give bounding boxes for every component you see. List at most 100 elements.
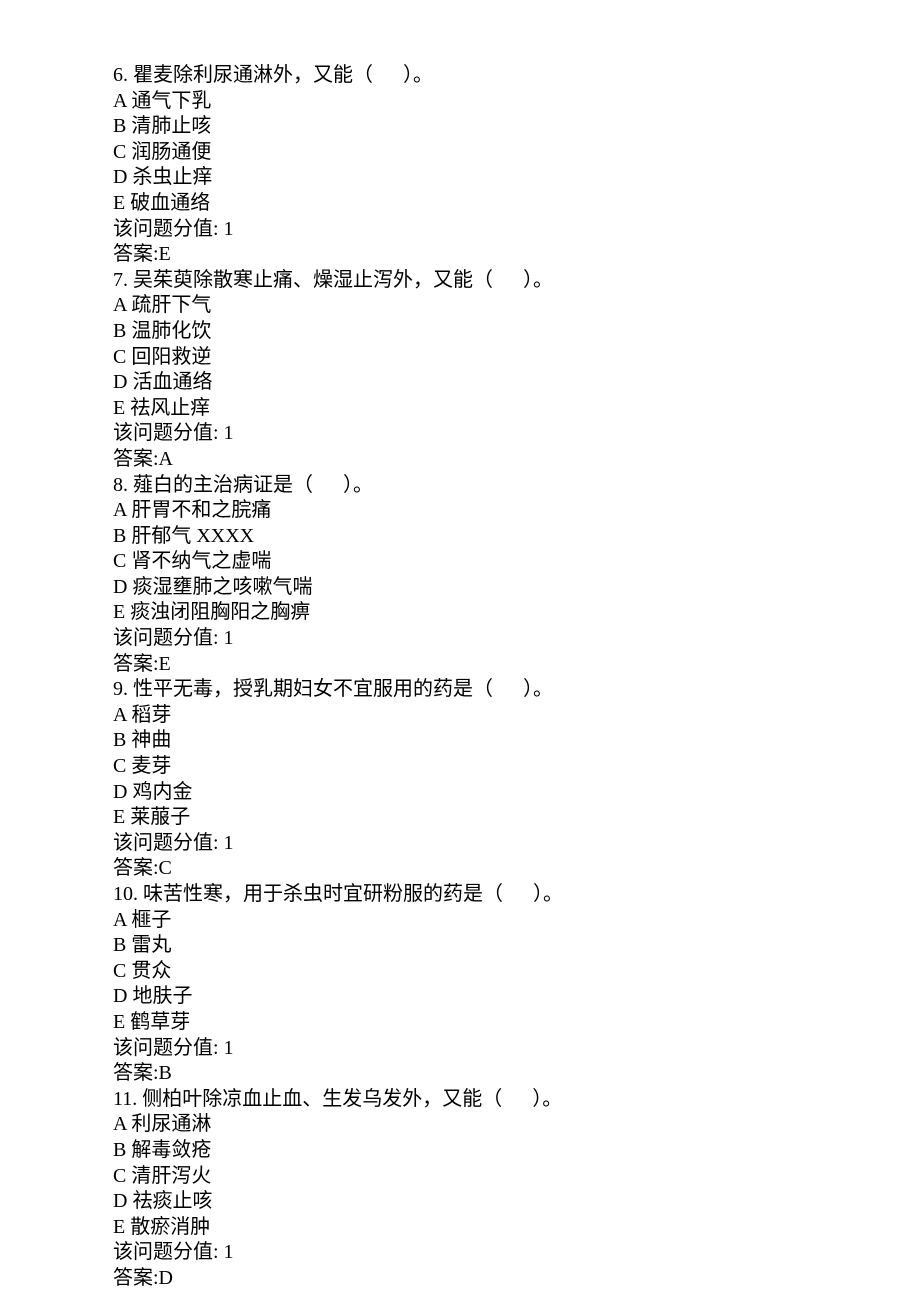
question-stem: 10. 味苦性寒，用于杀虫时宜研粉服的药是（ ）。 [113, 882, 920, 908]
question-number: 8. [113, 474, 128, 496]
question-stem-text: 薤白的主治病证是（ ）。 [133, 474, 373, 496]
question-number: 10. [113, 883, 138, 905]
option-C: C 肾不纳气之虚喘 [113, 549, 920, 575]
option-letter: D [113, 576, 132, 598]
option-text: 温肺化饮 [131, 320, 211, 342]
option-text: 麦芽 [131, 755, 171, 777]
option-B: B 清肺止咳 [113, 114, 920, 140]
question-stem-text: 吴茱萸除散寒止痛、燥湿止泻外，又能（ ）。 [133, 269, 553, 291]
option-text: 莱菔子 [130, 806, 190, 828]
question-stem-text: 侧柏叶除凉血止血、生发乌发外，又能（ ）。 [142, 1088, 562, 1110]
option-letter: C [113, 141, 131, 163]
option-letter: E [113, 397, 130, 419]
score-line: 该问题分值: 1 [113, 1036, 920, 1062]
option-letter: C [113, 550, 131, 572]
option-letter: D [113, 781, 132, 803]
option-E: E 痰浊闭阻胸阳之胸痹 [113, 600, 920, 626]
option-letter: B [113, 115, 131, 137]
option-letter: A [113, 909, 131, 931]
option-text: 神曲 [131, 729, 171, 751]
question-stem: 7. 吴茱萸除散寒止痛、燥湿止泻外，又能（ ）。 [113, 268, 920, 294]
question-block: 11. 侧柏叶除凉血止血、生发乌发外，又能（ ）。A 利尿通淋B 解毒敛疮C 清… [113, 1087, 920, 1292]
option-C: C 贯众 [113, 959, 920, 985]
option-text: 润肠通便 [131, 141, 211, 163]
answer-line: 答案:D [113, 1266, 920, 1292]
option-letter: D [113, 1190, 132, 1212]
option-letter: C [113, 755, 131, 777]
option-text: 地肤子 [132, 985, 192, 1007]
option-text: 回阳救逆 [131, 346, 211, 368]
question-number: 6. [113, 64, 128, 86]
question-stem-text: 瞿麦除利尿通淋外，又能（ ）。 [133, 64, 433, 86]
option-B: B 雷丸 [113, 933, 920, 959]
option-letter: C [113, 346, 131, 368]
option-letter: D [113, 166, 132, 188]
option-letter: A [113, 1113, 131, 1135]
question-block: 6. 瞿麦除利尿通淋外，又能（ ）。A 通气下乳B 清肺止咳C 润肠通便D 杀虫… [113, 63, 920, 268]
answer-line: 答案:E [113, 242, 920, 268]
option-text: 鸡内金 [132, 781, 192, 803]
option-letter: D [113, 371, 132, 393]
question-stem: 8. 薤白的主治病证是（ ）。 [113, 473, 920, 499]
question-number: 11. [113, 1088, 137, 1110]
option-letter: E [113, 192, 130, 214]
option-text: 通气下乳 [131, 90, 211, 112]
question-number: 7. [113, 269, 128, 291]
option-letter: E [113, 601, 130, 623]
option-letter: B [113, 1139, 131, 1161]
option-text: 利尿通淋 [131, 1113, 211, 1135]
question-block: 10. 味苦性寒，用于杀虫时宜研粉服的药是（ ）。A 榧子B 雷丸C 贯众D 地… [113, 882, 920, 1087]
score-line: 该问题分值: 1 [113, 626, 920, 652]
option-E: E 破血通络 [113, 191, 920, 217]
document-body: 6. 瞿麦除利尿通淋外，又能（ ）。A 通气下乳B 清肺止咳C 润肠通便D 杀虫… [113, 63, 920, 1292]
score-line: 该问题分值: 1 [113, 831, 920, 857]
option-E: E 散瘀消肿 [113, 1215, 920, 1241]
option-text: 榧子 [131, 909, 171, 931]
option-B: B 温肺化饮 [113, 319, 920, 345]
option-letter: A [113, 90, 131, 112]
question-stem-text: 味苦性寒，用于杀虫时宜研粉服的药是（ ）。 [143, 883, 563, 905]
option-text: 稻芽 [131, 704, 171, 726]
option-letter: E [113, 806, 130, 828]
option-text: 痰湿壅肺之咳嗽气喘 [132, 576, 312, 598]
option-D: D 祛痰止咳 [113, 1189, 920, 1215]
option-A: A 利尿通淋 [113, 1112, 920, 1138]
option-letter: C [113, 1165, 131, 1187]
option-text: 活血通络 [132, 371, 212, 393]
option-text: 肝郁气 XXXX [131, 525, 254, 547]
option-text: 疏肝下气 [131, 294, 211, 316]
option-D: D 活血通络 [113, 370, 920, 396]
option-E: E 鹤草芽 [113, 1010, 920, 1036]
option-C: C 清肝泻火 [113, 1164, 920, 1190]
option-letter: C [113, 960, 131, 982]
option-text: 痰浊闭阻胸阳之胸痹 [130, 601, 310, 623]
option-D: D 痰湿壅肺之咳嗽气喘 [113, 575, 920, 601]
option-letter: B [113, 934, 131, 956]
option-letter: A [113, 294, 131, 316]
option-A: A 通气下乳 [113, 89, 920, 115]
question-stem: 9. 性平无毒，授乳期妇女不宜服用的药是（ ）。 [113, 677, 920, 703]
option-letter: D [113, 985, 132, 1007]
option-D: D 杀虫止痒 [113, 165, 920, 191]
option-A: A 榧子 [113, 908, 920, 934]
option-letter: A [113, 499, 131, 521]
answer-line: 答案:E [113, 652, 920, 678]
option-letter: B [113, 729, 131, 751]
option-A: A 稻芽 [113, 703, 920, 729]
option-A: A 疏肝下气 [113, 293, 920, 319]
option-text: 祛风止痒 [130, 397, 210, 419]
question-stem-text: 性平无毒，授乳期妇女不宜服用的药是（ ）。 [133, 678, 553, 700]
option-text: 祛痰止咳 [132, 1190, 212, 1212]
option-D: D 地肤子 [113, 984, 920, 1010]
option-text: 解毒敛疮 [131, 1139, 211, 1161]
question-block: 9. 性平无毒，授乳期妇女不宜服用的药是（ ）。A 稻芽B 神曲C 麦芽D 鸡内… [113, 677, 920, 882]
option-text: 清肺止咳 [131, 115, 211, 137]
option-letter: E [113, 1216, 130, 1238]
option-text: 鹤草芽 [130, 1011, 190, 1033]
option-letter: B [113, 525, 131, 547]
question-block: 8. 薤白的主治病证是（ ）。A 肝胃不和之脘痛B 肝郁气 XXXXC 肾不纳气… [113, 473, 920, 678]
option-E: E 祛风止痒 [113, 396, 920, 422]
question-number: 9. [113, 678, 128, 700]
option-B: B 肝郁气 XXXX [113, 524, 920, 550]
option-text: 肝胃不和之脘痛 [131, 499, 271, 521]
